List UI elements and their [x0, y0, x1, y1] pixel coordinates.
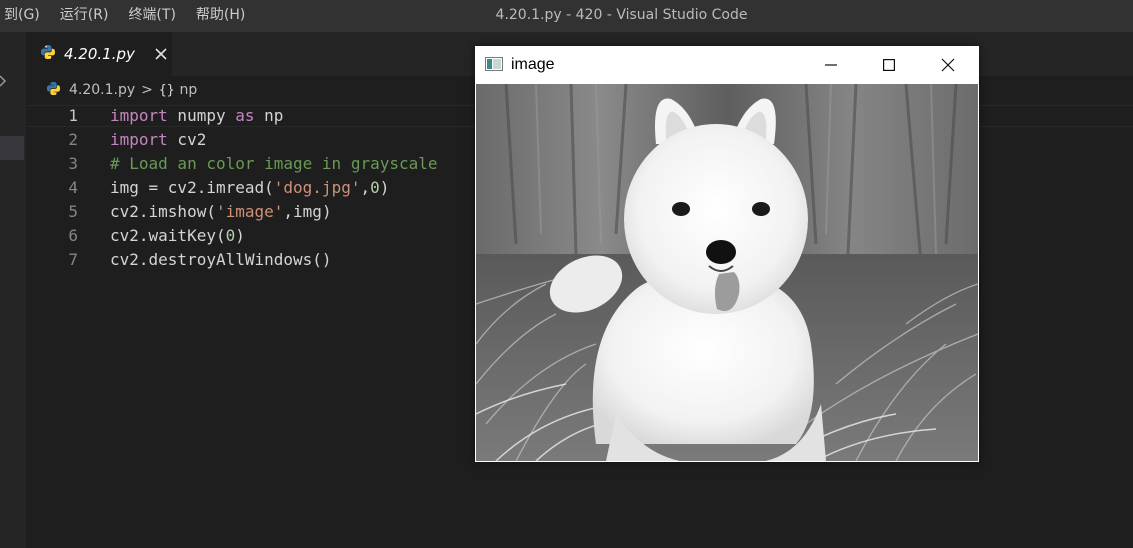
line-number: 2 [68, 130, 78, 149]
minimize-button[interactable] [802, 46, 860, 84]
close-icon [941, 58, 955, 72]
code-text: cv2.waitKey(0) [110, 224, 245, 248]
activity-selection-marker [0, 136, 24, 160]
grayscale-puppy-photo [476, 84, 978, 461]
code-token-plain: numpy [167, 106, 236, 125]
code-token-plain: , [360, 178, 371, 197]
namespace-icon: {} [158, 82, 175, 98]
code-token-plain: cv2.destroyAllWindows() [110, 250, 332, 269]
image-window[interactable]: image [475, 46, 979, 462]
close-icon[interactable] [153, 46, 169, 62]
line-number: 3 [68, 154, 78, 173]
activity-bar [0, 32, 26, 548]
code-token-plain: ) [235, 226, 245, 245]
tab-label: 4.20.1.py [64, 45, 135, 63]
menu-terminal[interactable]: 终端(T) [118, 0, 185, 32]
line-number: 4 [68, 178, 78, 197]
minimize-icon [825, 64, 837, 66]
code-token-keyword: as [235, 106, 255, 125]
code-token-plain: np [254, 106, 284, 125]
code-token-number: 0 [225, 226, 236, 245]
code-token-string: 'image' [215, 202, 284, 221]
code-token-plain: cv2 [167, 130, 207, 149]
code-text: import numpy as np [110, 104, 283, 128]
maximize-icon [883, 59, 895, 71]
code-text: img = cv2.imread('dog.jpg',0) [110, 176, 389, 200]
breadcrumb: 4.20.1.py > {} np [46, 76, 197, 104]
maximize-button[interactable] [860, 46, 918, 84]
code-token-comment: # Load an color image in grayscale [110, 154, 438, 173]
python-icon [46, 81, 61, 100]
title-bar: 到(G) 运行(R) 终端(T) 帮助(H) 4.20.1.py - 420 -… [0, 0, 1133, 32]
line-number: 7 [68, 250, 78, 269]
image-display [476, 84, 978, 461]
menu-help[interactable]: 帮助(H) [186, 0, 255, 32]
code-token-plain: img = cv2.imread( [110, 178, 274, 197]
window-close-button[interactable] [919, 46, 977, 84]
menu-run[interactable]: 运行(R) [50, 0, 119, 32]
breadcrumb-separator: > [141, 82, 153, 98]
menu-go[interactable]: 到(G) [0, 0, 50, 32]
code-token-plain: cv2.waitKey( [110, 226, 226, 245]
line-number: 6 [68, 226, 78, 245]
menu-bar: 到(G) 运行(R) 终端(T) 帮助(H) [0, 0, 255, 32]
code-token-number: 0 [370, 178, 380, 197]
code-text: cv2.destroyAllWindows() [110, 248, 332, 272]
code-text: cv2.imshow('image',img) [110, 200, 332, 224]
code-token-string: 'dog.jpg' [273, 178, 361, 197]
line-number: 5 [68, 202, 78, 221]
breadcrumb-symbol[interactable]: np [180, 82, 198, 98]
code-token-plain: ) [379, 178, 390, 197]
code-token-plain: cv2.imshow( [110, 202, 216, 221]
image-window-titlebar[interactable]: image [475, 46, 979, 84]
opencv-window-icon [485, 56, 503, 75]
breadcrumb-file[interactable]: 4.20.1.py [69, 82, 135, 98]
code-text: # Load an color image in grayscale [110, 152, 438, 176]
code-token-keyword: import [110, 106, 168, 125]
code-text: import cv2 [110, 128, 206, 152]
python-icon [40, 44, 56, 64]
tab-4-20-1-py[interactable]: 4.20.1.py [26, 32, 172, 76]
image-window-title: image [511, 56, 555, 73]
code-token-keyword: import [110, 130, 168, 149]
code-token-plain: ,img) [283, 202, 332, 221]
chevron-right-icon[interactable] [0, 74, 8, 88]
line-number: 1 [68, 106, 78, 125]
